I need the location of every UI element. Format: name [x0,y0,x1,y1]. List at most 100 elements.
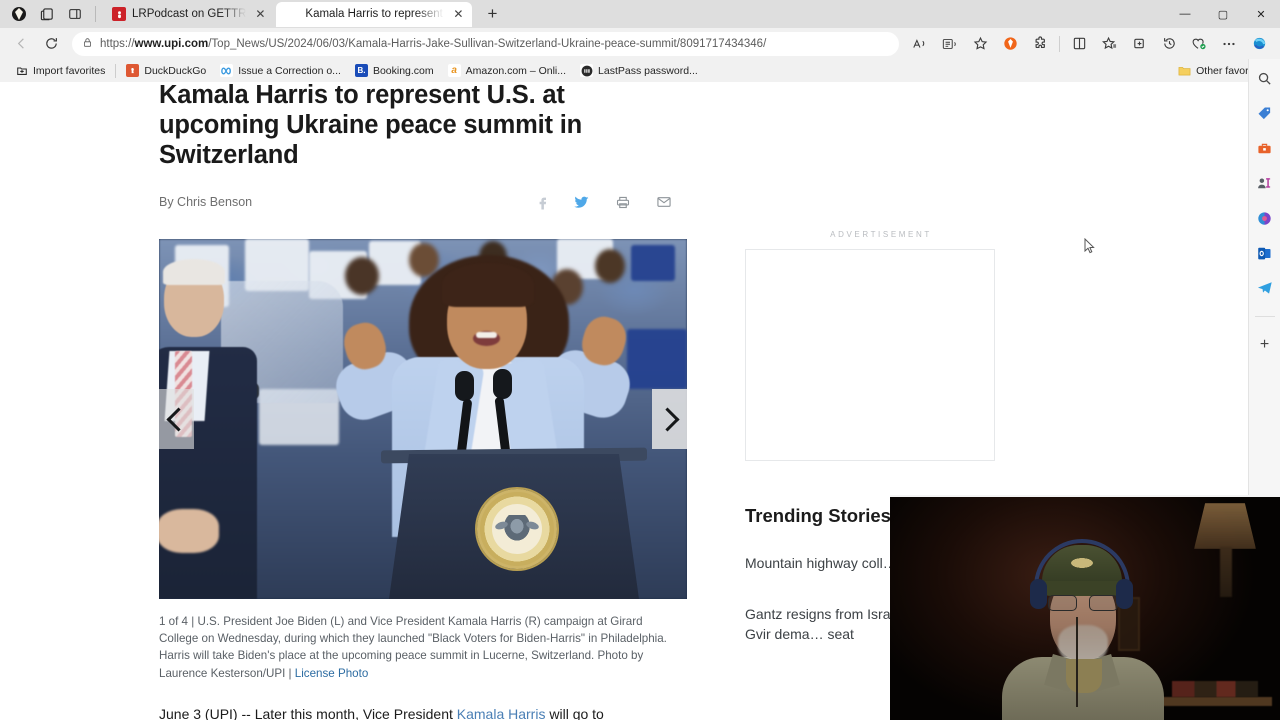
bookmark-divider [115,63,117,78]
tools-icon[interactable] [1254,137,1276,159]
email-share-icon[interactable] [657,196,671,208]
amazon-icon: a [447,64,461,77]
lastpass-icon [580,64,594,77]
shopping-tag-icon[interactable] [1254,102,1276,124]
split-screen-icon[interactable] [1064,31,1094,57]
photo-caption: 1 of 4 | U.S. President Joe Biden (L) an… [159,613,671,682]
history-icon[interactable] [1154,31,1184,57]
maximize-button[interactable]: ▢ [1204,0,1242,28]
headphone-left-cup [1030,579,1047,609]
mouse-cursor [1084,237,1095,254]
telegram-icon[interactable] [1254,277,1276,299]
tab-close-button[interactable]: ✕ [252,6,268,22]
window-controls: — ▢ ✕ [1166,0,1280,28]
bookmark-label: LastPass password... [598,64,698,77]
favorites-icon[interactable] [1094,31,1124,57]
back-icon[interactable] [6,31,36,57]
bookmark-booking-com[interactable]: B. Booking.com [348,62,441,79]
address-bar-url: https://www.upi.com/Top_News/US/2024/06/… [100,37,767,50]
bookmark-label: Booking.com [372,64,434,77]
kamala-harris-link[interactable]: Kamala Harris [457,706,546,720]
add-favorite-icon[interactable] [965,31,995,57]
page-title: Kamala Harris to represent U.S. at upcom… [159,82,582,169]
tab-search-icon[interactable] [34,2,60,26]
copilot-icon[interactable] [1244,31,1274,57]
body-lead: June 3 (UPI) -- Later this month, Vice P… [159,705,457,720]
tab-title: Kamala Harris to represent U.S. a [305,8,444,20]
article-byline: By Chris Benson [159,195,253,209]
tab-title: LRPodcast on GETTR [132,8,247,20]
eyeglasses [1048,595,1118,611]
bookmarks-bar: Import favorites DuckDuckGo Issue a Corr… [0,59,1280,82]
cap-logo [1062,554,1102,572]
carousel-prev-button[interactable] [159,389,194,449]
extension-puzzle-icon[interactable] [1025,31,1055,57]
print-icon[interactable] [616,196,630,209]
bookmark-lastpass[interactable]: LastPass password... [573,62,705,79]
browser-essentials-icon[interactable] [1184,31,1214,57]
webcam-overlay [890,495,1280,720]
body-tail: will go to [545,705,604,720]
brave-shield-icon[interactable] [995,31,1025,57]
close-button[interactable]: ✕ [1242,0,1280,28]
license-photo-link[interactable]: License Photo [295,667,368,680]
split-tab-icon[interactable] [62,2,88,26]
lamp-neck [1220,547,1232,597]
byline-row: By Chris Benson [159,193,687,211]
bookmark-label: DuckDuckGo [144,64,207,77]
folder-icon [1178,64,1191,77]
microsoft-365-icon[interactable] [1254,207,1276,229]
article-photo [159,239,687,599]
facebook-share-icon[interactable] [538,195,547,210]
books [1172,681,1258,697]
search-icon[interactable] [1254,67,1276,89]
address-bar[interactable]: https://www.upi.com/Top_News/US/2024/06/… [72,31,899,56]
shelf [1162,697,1272,706]
tab-kamala-harris-upi[interactable]: UPI Kamala Harris to represent U.S. a ✕ [276,1,473,27]
immersive-reader-icon[interactable] [935,31,965,57]
bookmark-label: Issue a Correction o... [238,64,341,77]
read-aloud-icon[interactable] [905,31,935,57]
booking-icon: B. [354,64,368,77]
tab-lrpodcast-gettr[interactable]: LRPodcast on GETTR ✕ [103,1,275,27]
meta-infinity-icon [220,64,234,77]
bookmark-import-favorites[interactable]: Import favorites [8,62,112,79]
site-lock-icon [82,37,93,51]
bookmark-issue-a-correction[interactable]: Issue a Correction o... [213,62,348,79]
browser-window: LRPodcast on GETTR ✕ UPI Kamala Harris t… [0,0,1280,720]
twitter-share-icon[interactable] [574,196,589,209]
new-tab-button[interactable]: + [478,1,506,27]
brave-leo-icon[interactable] [6,2,32,26]
collections-icon[interactable] [1124,31,1154,57]
tab-close-button[interactable]: ✕ [450,6,466,22]
tab-strip: LRPodcast on GETTR ✕ UPI Kamala Harris t… [0,0,1280,28]
microphone-cord [1076,617,1078,707]
tabstrip-divider [95,6,96,22]
bookmark-duckduckgo[interactable]: DuckDuckGo [119,62,213,79]
carousel-next-button[interactable] [652,389,687,449]
upi-favicon: UPI [285,7,300,21]
outlook-icon[interactable] [1254,242,1276,264]
chevron-left-icon [166,406,191,432]
bookmark-label: Amazon.com – Onli... [465,64,567,77]
article-body: June 3 (UPI) -- Later this month, Vice P… [159,704,687,720]
bookmark-amazon-com[interactable]: a Amazon.com – Onli... [441,62,573,79]
advertisement-label: ADVERTISEMENT [830,230,932,239]
share-buttons [538,195,687,210]
presidential-seal [477,489,557,569]
article-photo-carousel [159,239,687,599]
headphone-right-cup [1116,579,1133,609]
sidebar-divider [1254,316,1275,317]
bookmark-label: Import favorites [33,64,106,77]
minimize-button[interactable]: — [1166,0,1204,28]
reload-icon[interactable] [36,31,66,57]
add-sidebar-app-button[interactable]: + [1254,334,1276,356]
contacts-icon[interactable] [1254,172,1276,194]
caption-text: 1 of 4 | U.S. President Joe Biden (L) an… [159,615,667,680]
navigation-toolbar: https://www.upi.com/Top_News/US/2024/06/… [0,28,1280,59]
import-favorites-icon [15,64,28,77]
settings-more-icon[interactable] [1214,31,1244,57]
chevron-right-icon [655,406,680,432]
toolbar-actions [905,31,1274,57]
toolbar-divider [1059,35,1060,52]
